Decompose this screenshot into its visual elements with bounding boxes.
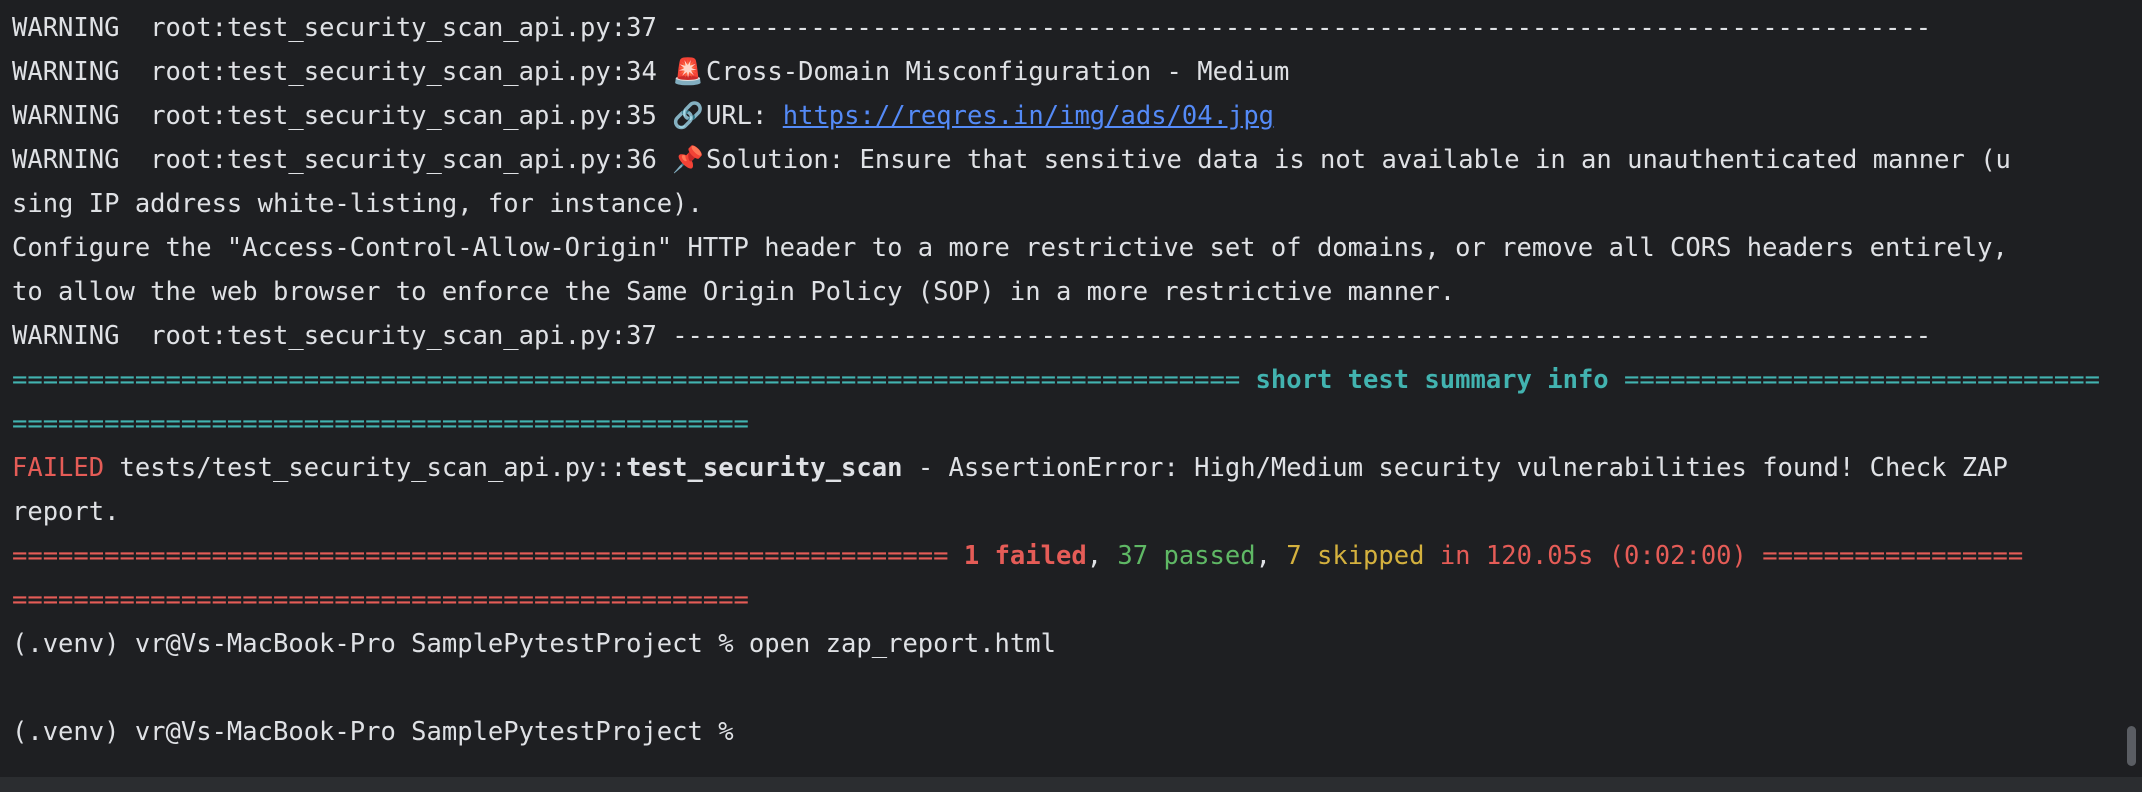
summary-header-cont: ========================================…: [12, 409, 749, 439]
scrollbar-thumb[interactable]: [2127, 726, 2136, 766]
log-source: root:test_security_scan_api.py:36: [150, 145, 657, 175]
summary-title: short test summary info: [1255, 365, 1609, 395]
shell-prompt: (.venv) vr@Vs-MacBook-Pro SamplePytestPr…: [12, 717, 734, 747]
pushpin-icon: 📌: [672, 145, 704, 175]
result-rule-left: ========================================…: [12, 541, 949, 571]
separator: ,: [1255, 541, 1271, 571]
failed-count: 1 failed: [963, 541, 1087, 571]
summary-header: ========================================…: [12, 358, 2142, 402]
skipped-count: 7 skipped: [1286, 541, 1425, 571]
log-line-continuation: sing IP address white-listing, for insta…: [12, 189, 703, 219]
shell-prompt-line: (.venv) vr@Vs-MacBook-Pro SamplePytestPr…: [12, 622, 2142, 666]
log-line: WARNING root:test_security_scan_api.py:3…: [12, 6, 2142, 50]
log-source: root:test_security_scan_api.py:35: [150, 101, 657, 131]
result-rule-right: =================: [1762, 541, 2024, 571]
passed-count: 37 passed: [1117, 541, 1256, 571]
log-separator: ----------------------------------------…: [672, 321, 1932, 351]
log-line: WARNING root:test_security_scan_api.py:3…: [12, 138, 2142, 182]
summary-rule-right: ===============================: [1624, 365, 2100, 395]
log-line-continuation: Configure the "Access-Control-Allow-Orig…: [12, 233, 2008, 263]
terminal-output[interactable]: WARNING root:test_security_scan_api.py:3…: [0, 0, 2142, 777]
log-source: root:test_security_scan_api.py:37: [150, 13, 657, 43]
shell-prompt: (.venv) vr@Vs-MacBook-Pro SamplePytestPr…: [12, 629, 734, 659]
alert-url-link[interactable]: https://reqres.in/img/ads/04.jpg: [783, 101, 1274, 131]
shell-prompt-line[interactable]: (.venv) vr@Vs-MacBook-Pro SamplePytestPr…: [12, 710, 2142, 754]
summary-rule-left: ========================================…: [12, 365, 1241, 395]
log-line: WARNING root:test_security_scan_api.py:3…: [12, 314, 2142, 358]
log-level: WARNING: [12, 145, 135, 175]
log-line: WARNING root:test_security_scan_api.py:3…: [12, 94, 2142, 138]
log-level: WARNING: [12, 321, 135, 351]
log-line-continuation: to allow the web browser to enforce the …: [12, 277, 1456, 307]
link-icon: 🔗: [672, 101, 704, 131]
siren-icon: 🚨: [672, 57, 704, 87]
log-separator: ----------------------------------------…: [672, 13, 1932, 43]
shell-command: open zap_report.html: [748, 629, 1056, 659]
result-summary-cont: ========================================…: [12, 585, 749, 615]
log-line: WARNING root:test_security_scan_api.py:3…: [12, 50, 2142, 94]
log-level: WARNING: [12, 57, 135, 87]
failed-status: FAILED: [12, 453, 105, 483]
solution-text: Solution: Ensure that sensitive data is …: [705, 145, 2011, 175]
url-label: URL:: [705, 101, 768, 131]
log-source: root:test_security_scan_api.py:34: [150, 57, 657, 87]
result-summary-line: ========================================…: [12, 534, 2142, 578]
log-level: WARNING: [12, 13, 135, 43]
log-level: WARNING: [12, 101, 135, 131]
separator: ,: [1086, 541, 1103, 571]
duration: in 120.05s (0:02:00): [1439, 541, 1747, 571]
test-name: test_security_scan: [626, 453, 903, 483]
failed-test-line-cont: report.: [12, 497, 120, 527]
terminal-bottom-edge: [0, 777, 2142, 792]
failure-message: - AssertionError: High/Medium security v…: [917, 453, 2008, 483]
log-source: root:test_security_scan_api.py:37: [150, 321, 657, 351]
alert-title: Cross-Domain Misconfiguration - Medium: [705, 57, 1290, 87]
test-path: tests/test_security_scan_api.py::: [119, 453, 627, 483]
failed-test-line: FAILED tests/test_security_scan_api.py::…: [12, 446, 2142, 490]
